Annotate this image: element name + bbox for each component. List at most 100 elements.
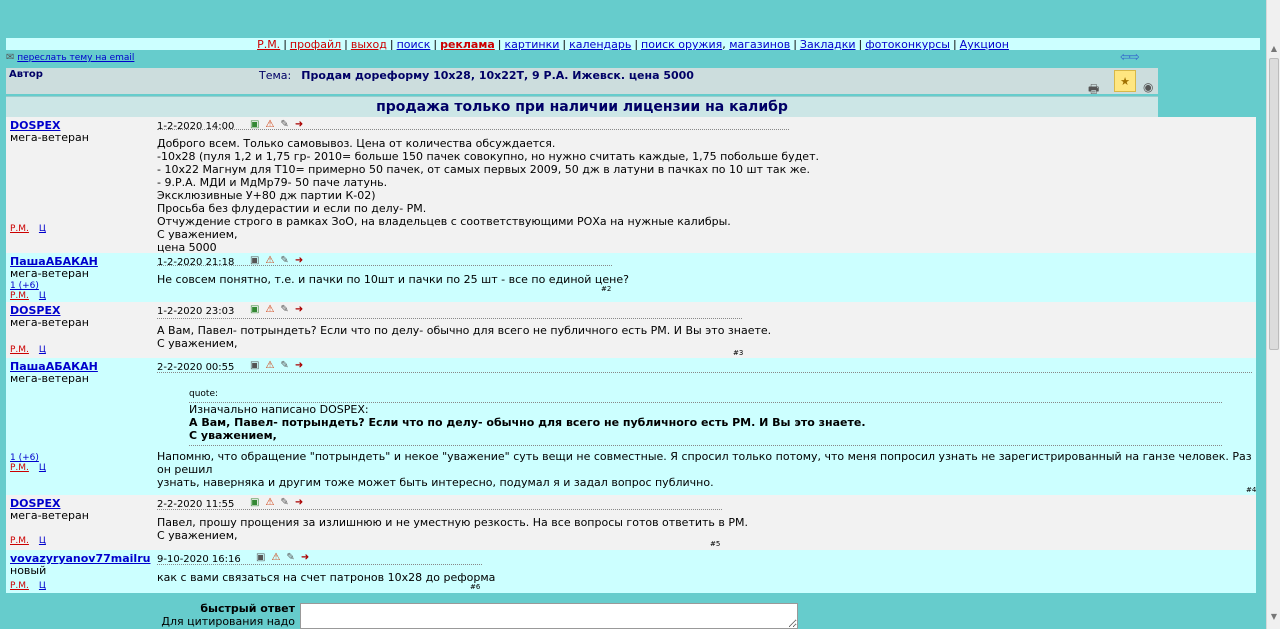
favorite-folder-icon[interactable]: ★ [1114, 70, 1136, 92]
post-author-rank: мега-ветеран [10, 131, 89, 144]
post-ignore-link[interactable]: Ц [39, 291, 46, 301]
nav-search-link[interactable]: поиск [397, 38, 431, 50]
edit-post-icon[interactable]: ✎ [280, 360, 288, 371]
post-number: #6 [470, 583, 481, 591]
quick-reply-label: быстрый ответ Для цитирования надо [6, 601, 298, 629]
post-6: vovazyryanov77mailru новый Р.М. Ц 9-10-20… [6, 550, 1256, 593]
nav-bookmarks-link[interactable]: Закладки [800, 38, 856, 50]
post-ignore-link[interactable]: Ц [39, 463, 46, 473]
user-profile-icon[interactable]: ▣ [250, 497, 259, 508]
post-ignore-link[interactable]: Ц [39, 345, 46, 355]
nav-weapon-search-link[interactable]: поиск оружия [641, 38, 722, 50]
post-body: Доброго всем. Только самовывоз. Цена от … [157, 137, 819, 254]
post-3: DOSPEX мега-ветеран Р.М. Ц 1-2-2020 23:03… [6, 302, 1256, 358]
post-number: #5 [710, 540, 721, 548]
post-5: DOSPEX мега-ветеран Р.М. Ц 2-2-2020 11:55… [6, 495, 1256, 550]
post-author-props[interactable]: 1 (+6) [10, 453, 39, 463]
quick-reply-quote-hint: Для цитирования надо [161, 615, 295, 628]
email-forward-row: ✉ переслать тему на email [6, 52, 134, 64]
post-line: Просьба без флудерастии и если по делу- … [157, 202, 427, 215]
thread-nav-arrows: ⇦⇨ [1120, 50, 1140, 65]
post-1: DOSPEX мега-ветеран Р.М. Ц 1-2-2020 14:00… [6, 117, 1256, 254]
user-profile-icon[interactable]: ▣ [250, 360, 259, 371]
report-warning-icon[interactable]: ⚠ [265, 304, 274, 315]
post-author-rank: мега-ветеран [10, 372, 89, 385]
user-profile-icon[interactable]: ▣ [250, 304, 259, 315]
post-author-rank: мега-ветеран [10, 316, 89, 329]
scroll-thumb[interactable] [1269, 58, 1279, 350]
post-pm-link[interactable]: Р.М. [10, 536, 29, 546]
post-line: А Вам, Павел- потрындеть? Если что по де… [157, 324, 772, 337]
post-line: Отчуждение строго в рамках ЗоО, на владе… [157, 215, 731, 228]
prev-thread-arrow-icon[interactable]: ⇦ [1120, 50, 1131, 65]
topic-label: Тема: [259, 69, 292, 82]
post-line: Эксклюзивные У+80 дж партии К-02) [157, 189, 376, 202]
post-author-rank: мега-ветеран [10, 267, 89, 280]
reply-quote-icon[interactable]: ➜ [301, 552, 309, 563]
envelope-icon[interactable]: ✉ [6, 52, 14, 63]
post-author-rank: мега-ветеран [10, 509, 89, 522]
quick-reply-textarea[interactable] [300, 603, 798, 629]
nav-pm-link[interactable]: Р.М. [257, 38, 280, 50]
post-pm-link[interactable]: Р.М. [10, 345, 29, 355]
nav-logout-link[interactable]: выход [351, 38, 387, 50]
user-profile-icon[interactable]: ▣ [256, 552, 265, 563]
post-ignore-link[interactable]: Ц [39, 224, 46, 234]
nav-photo-contests-link[interactable]: фотоконкурсы [865, 38, 950, 50]
post-line: - 9.Р.А. МДИ и МдМр79- 50 паче латунь. [157, 176, 388, 189]
post-pm-link[interactable]: Р.М. [10, 224, 29, 234]
report-warning-icon[interactable]: ⚠ [265, 360, 274, 371]
edit-post-icon[interactable]: ✎ [280, 497, 288, 508]
post-body: Не совсем понятно, т.е. и пачки по 10шт … [157, 273, 629, 286]
edit-post-icon[interactable]: ✎ [286, 552, 294, 563]
nav-calendar-link[interactable]: календарь [569, 38, 631, 50]
reply-quote-icon[interactable]: ➜ [295, 497, 303, 508]
watch-eye-icon[interactable]: ◉ [1143, 80, 1153, 94]
reply-quote-icon[interactable]: ➜ [295, 360, 303, 371]
post-ignore-link[interactable]: Ц [39, 536, 46, 546]
edit-post-icon[interactable]: ✎ [280, 304, 288, 315]
post-line: С уважением, [157, 337, 238, 350]
nav-auction-link[interactable]: Аукцион [960, 38, 1009, 50]
quote-label: quote: [189, 389, 219, 399]
scroll-down-arrow-icon[interactable]: ▼ [1269, 612, 1279, 622]
quote-line: С уважением, [189, 429, 277, 442]
post-line: - 10х22 Магнум для Т10= примерно 50 паче… [157, 163, 810, 176]
post-4: ПашаАБАКАН мега-ветеран 1 (+6) Р.М. Ц 2-2… [6, 358, 1256, 495]
thread-subtitle: продажа только при наличии лицензии на к… [6, 96, 1158, 117]
post-ignore-link[interactable]: Ц [39, 581, 46, 591]
post-pm-link[interactable]: Р.М. [10, 581, 29, 591]
post-number: #3 [733, 349, 744, 357]
report-warning-icon[interactable]: ⚠ [265, 497, 274, 508]
next-thread-arrow-icon[interactable]: ⇨ [1129, 50, 1140, 65]
email-forward-link[interactable]: переслать тему на email [17, 53, 134, 63]
post-timestamp: 1-2-2020 14:00 [157, 121, 235, 132]
report-warning-icon[interactable]: ⚠ [271, 552, 280, 563]
post-pm-link[interactable]: Р.М. [10, 463, 29, 473]
author-column-label: Автор [9, 69, 43, 80]
post-number: #4 [1246, 486, 1257, 494]
scroll-up-arrow-icon[interactable]: ▲ [1269, 44, 1279, 54]
post-timestamp: 1-2-2020 23:03 [157, 306, 235, 317]
post-line: С уважением, [157, 228, 238, 241]
topic-title: Продам дореформу 10х28, 10х22Т, 9 Р.А. И… [301, 69, 694, 82]
nav-ads-link[interactable]: реклама [440, 38, 495, 50]
post-quote: quote: Изначально написано DOSPEX: А Вам… [189, 388, 1222, 446]
post-body: А Вам, Павел- потрындеть? Если что по де… [157, 324, 771, 350]
post-line: -10х28 (пуля 1,2 и 1,75 гр- 2010= больше… [157, 150, 819, 163]
page-scrollbar[interactable]: ▲ ▼ [1266, 0, 1280, 629]
nav-shops-link[interactable]: магазинов [729, 38, 790, 50]
post-body: как с вами связаться на счет патронов 10… [157, 571, 495, 584]
reply-quote-icon[interactable]: ➜ [295, 304, 303, 315]
nav-profile-link[interactable]: профайл [290, 38, 341, 50]
post-line: как с вами связаться на счет патронов 10… [157, 571, 496, 584]
post-author-props[interactable]: 1 (+6) [10, 281, 39, 291]
post-line: Не совсем понятно, т.е. и пачки по 10шт … [157, 273, 629, 286]
post-line: Доброго всем. Только самовывоз. Цена от … [157, 137, 556, 150]
post-line: узнать, наверняка и другим тоже может бы… [157, 476, 714, 489]
post-2: ПашаАБАКАН мега-ветеран 1 (+6) Р.М. Ц 1-2… [6, 253, 1256, 302]
post-pm-link[interactable]: Р.М. [10, 291, 29, 301]
post-number: #2 [601, 285, 612, 293]
thread-header: Автор Тема: Продам дореформу 10х28, 10х22… [6, 68, 1158, 96]
nav-pictures-link[interactable]: картинки [505, 38, 560, 50]
